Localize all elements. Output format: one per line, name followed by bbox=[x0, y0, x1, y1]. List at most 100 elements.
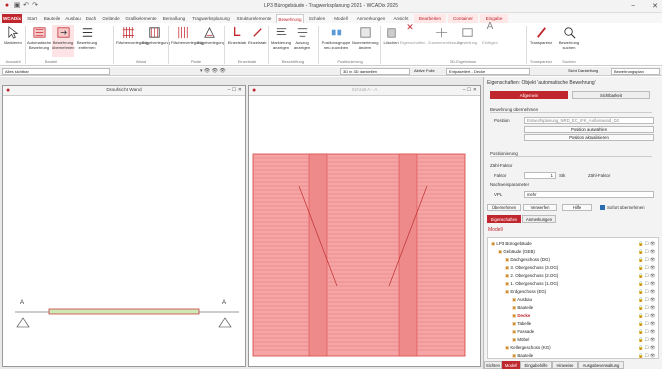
tab-eingabe[interactable]: Eingabe bbox=[480, 14, 508, 23]
platte-buegelverlegung-button[interactable]: Bügelverlegung bbox=[197, 25, 225, 57]
3d-toggle[interactable]: 3D in 3D darstellen bbox=[340, 68, 410, 75]
visibility-toggle-icon[interactable]: 🔒 ☐ 👁 bbox=[638, 296, 655, 303]
position-select-button[interactable]: Position auswählen bbox=[524, 126, 654, 133]
tree-item[interactable]: ▣ Ausbau bbox=[512, 296, 532, 303]
vpl-select[interactable]: mehr bbox=[524, 191, 654, 198]
eigenschaften-button[interactable]: ✕ Eigenschaften bbox=[400, 23, 425, 57]
apply-button[interactable]: Übernehmen bbox=[487, 204, 521, 211]
bottom-tab-sichten[interactable]: Sichten bbox=[484, 361, 502, 369]
markieren-button[interactable]: Markieren bbox=[2, 25, 24, 57]
tab-schalen[interactable]: Schalen bbox=[306, 14, 328, 23]
tree-item[interactable]: ▣ Kellergeschoss (KG) bbox=[505, 344, 551, 351]
auszug-button[interactable]: Auszug anzeigen bbox=[292, 25, 312, 57]
sicht-select[interactable]: Bewehrungsplan bbox=[611, 68, 660, 75]
model-tree[interactable]: ▣ LP3 Bürogebäude 🔒 ☐ 👁 ▣ Gebäude (GEB) 🔒 ☐… bbox=[487, 237, 659, 359]
wand-buegelverlegung-button[interactable]: Bügelverlegung bbox=[142, 25, 170, 57]
tab-anmerkungen[interactable]: Anmerkungen bbox=[354, 14, 388, 23]
visibility-toggle-icon[interactable]: 🔒 ☐ 👁 bbox=[638, 264, 655, 271]
discard-button[interactable]: Verwerfen bbox=[523, 204, 557, 211]
visibility-toggle-icon[interactable]: 🔒 ☐ 👁 bbox=[638, 336, 655, 343]
tab-dach[interactable]: Dach bbox=[84, 14, 98, 23]
einzelstab-button[interactable]: Einzelstab bbox=[227, 25, 247, 57]
tree-item[interactable]: ▣ Gebäude (GEB) bbox=[498, 248, 535, 255]
tab-sichtbarkeit[interactable]: Sichtbarkeit bbox=[572, 91, 650, 99]
bewehrung-entfernen-button[interactable]: Bewehrung entfernen bbox=[75, 25, 99, 57]
bewehrung-uebernehmen-button[interactable]: Bewehrung übernehmen bbox=[52, 25, 74, 57]
close-button[interactable]: ✕ bbox=[650, 2, 660, 11]
instant-apply-checkbox[interactable]: Sofort übernehmen bbox=[600, 205, 645, 210]
tree-item[interactable]: ▣ Fassade bbox=[512, 328, 534, 335]
tab-bewehrung[interactable]: Bewehrung bbox=[276, 14, 304, 23]
subtab-anmerkungen[interactable]: Anmerkungen bbox=[522, 215, 556, 223]
nummerierung-button[interactable]: Nummerierung ändern bbox=[352, 25, 378, 57]
visibility-toggle-icon[interactable]: 🔒 ☐ 👁 bbox=[638, 352, 655, 359]
tree-item[interactable]: ▣ 1. Obergeschoss (1.OG) bbox=[505, 280, 558, 287]
view-select[interactable]: Alles sichtbar bbox=[2, 68, 110, 75]
position-field[interactable]: Entwurfsplanung_NRD_EC_IFK_Außenwand_D2 bbox=[524, 117, 654, 124]
redo-icon[interactable]: ↷ bbox=[31, 2, 39, 10]
darstellung-button[interactable]: Darstellung bbox=[456, 25, 478, 57]
app-logo-icon[interactable]: ● bbox=[3, 2, 11, 10]
visibility-toggle-icon[interactable]: 🔒 ☐ 👁 bbox=[638, 240, 655, 247]
tree-item[interactable]: ▣ Bauteile bbox=[512, 352, 533, 359]
loeschen-button[interactable]: Löschen bbox=[383, 25, 399, 57]
tree-item[interactable]: ▣ Erdgeschoss (EG) bbox=[505, 288, 546, 295]
tab-modell[interactable]: Modell bbox=[330, 14, 352, 23]
einzelstab2-button[interactable]: Einzelstab bbox=[248, 25, 266, 57]
tree-item[interactable]: ▣ Dachgeschoss (DG) bbox=[505, 256, 550, 263]
bottom-tab-eingabehilfe[interactable]: Eingabehilfe bbox=[520, 361, 552, 369]
visibility-toggle-icon[interactable]: 🔒 ☐ 👁 bbox=[638, 280, 655, 287]
tree-item[interactable]: ▣ 2. Obergeschoss (2.OG) bbox=[505, 272, 558, 279]
visibility-toggle-icon[interactable]: 🔒 ☐ 👁 bbox=[638, 320, 655, 327]
tree-item[interactable]: ▣ Bauteile bbox=[512, 304, 533, 311]
folie-select[interactable]: Entpaketiert - Decke bbox=[446, 68, 530, 75]
tab-strukturelemente[interactable]: Strukturelemente bbox=[234, 14, 274, 23]
save-icon[interactable]: ▣ bbox=[13, 2, 21, 10]
tree-item[interactable]: ▣ 3. Obergeschoss (3.OG) bbox=[505, 264, 558, 271]
tab-app[interactable]: WCADix bbox=[2, 14, 22, 23]
visibility-toggle-icon[interactable]: 🔒 ☐ 👁 bbox=[638, 328, 655, 335]
tab-ausbau[interactable]: Ausbau bbox=[64, 14, 82, 23]
tree-item[interactable]: ▣ LP3 Bürogebäude bbox=[491, 240, 532, 247]
undo-icon[interactable]: ↶ bbox=[22, 2, 30, 10]
visibility-toggle-icon[interactable]: 🔒 ☐ 👁 bbox=[638, 272, 655, 279]
zusammenfassung-button[interactable]: Zusammenfassung bbox=[428, 25, 462, 57]
tab-bearbeiten[interactable]: Bearbeiten bbox=[414, 14, 446, 23]
help-button[interactable]: Hilfe bbox=[562, 204, 592, 211]
visibility-toggle-icon[interactable]: 🔒 ☐ 👁 bbox=[638, 344, 655, 351]
positionsgruppe-button[interactable]: Positionsgruppe neu zuordnen bbox=[321, 25, 351, 57]
visibility-toggle-icon[interactable]: 🔒 ☐ 👁 bbox=[638, 312, 655, 319]
markierung-button[interactable]: Markierung anzeigen bbox=[271, 25, 291, 57]
bottom-tab-ausgabe[interactable]: Ausgabeverwaltung bbox=[578, 361, 624, 369]
tab-container[interactable]: Container bbox=[448, 14, 478, 23]
section-view-pane[interactable]: ● Schnitt A - A – ☐ ✕ bbox=[248, 85, 481, 367]
platte-flaechenverlegung-button[interactable]: Flächenverlegung bbox=[171, 25, 203, 57]
visibility-toggle-icon[interactable]: 🔒 ☐ 👁 bbox=[638, 256, 655, 263]
visibility-toggle-icon[interactable]: 🔒 ☐ 👁 bbox=[638, 304, 655, 311]
tab-bauteile[interactable]: Bauteile bbox=[42, 14, 62, 23]
tree-item[interactable]: ▣ Decke bbox=[512, 312, 530, 319]
wand-flaechenverlegung-button[interactable]: Flächenverlegung bbox=[116, 25, 148, 57]
pane-controls[interactable]: – ☐ ✕ bbox=[228, 87, 242, 93]
subtab-eigenschaften[interactable]: Eigenschaften bbox=[487, 215, 521, 223]
bottom-tab-modell[interactable]: Modell bbox=[502, 361, 520, 369]
transparenz-button[interactable]: Transparenz bbox=[528, 25, 554, 57]
tab-bemassung[interactable]: Bemaßung bbox=[160, 14, 188, 23]
tab-start[interactable]: Start bbox=[24, 14, 40, 23]
view-tools[interactable]: ▾ 👁 👁 👁 bbox=[198, 68, 238, 75]
tree-item[interactable]: ▣ Tabelle bbox=[512, 320, 531, 327]
visibility-toggle-icon[interactable]: 🔒 ☐ 👁 bbox=[638, 248, 655, 255]
einfuegen-button[interactable]: A Einfügen bbox=[480, 22, 500, 57]
position-update-button[interactable]: Position aktualisieren bbox=[524, 134, 654, 141]
bottom-tab-hinweise[interactable]: Hinweise bbox=[552, 361, 578, 369]
auto-bewehrung-button[interactable]: Automatische Bewehrung bbox=[27, 25, 51, 57]
tab-tragwerksplanung[interactable]: Tragwerksplanung bbox=[190, 14, 232, 23]
left-view-pane[interactable]: ● Draufsicht Wand – ☐ ✕ A A bbox=[2, 85, 246, 367]
tree-item[interactable]: ▣ Möbel bbox=[512, 336, 529, 343]
tab-gelaende[interactable]: Gelände bbox=[100, 14, 122, 23]
bewehrung-suchen-button[interactable]: Bewehrung suchen bbox=[556, 25, 582, 57]
tab-allgemein[interactable]: Allgemein bbox=[490, 91, 568, 99]
factor-input[interactable]: 1 bbox=[524, 172, 556, 179]
pane-controls[interactable]: – ☐ ✕ bbox=[463, 87, 477, 93]
minimize-button[interactable]: − bbox=[628, 2, 638, 11]
